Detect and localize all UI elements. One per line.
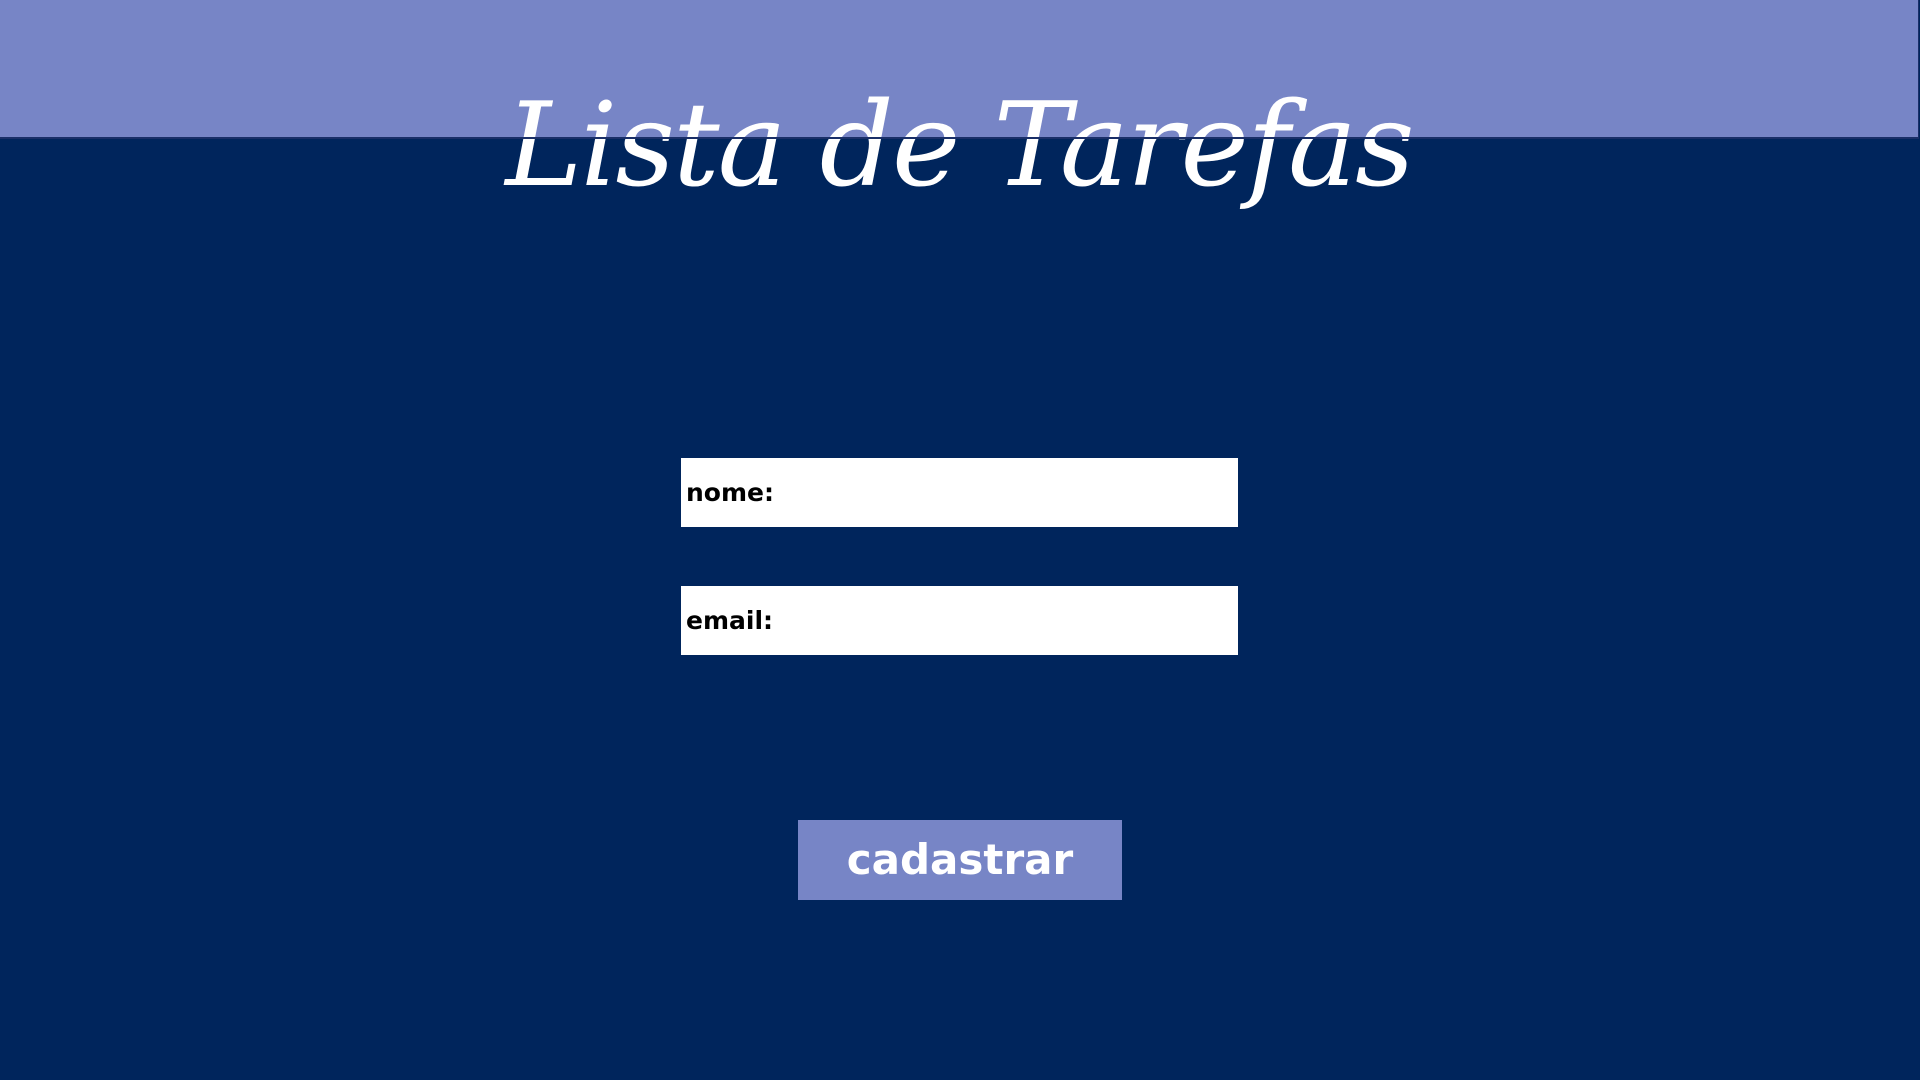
email-input[interactable]	[773, 586, 1238, 655]
app-header: Lista de Tarefas	[0, 0, 1919, 205]
name-field[interactable]: nome:	[681, 458, 1238, 527]
register-button[interactable]: cadastrar	[798, 820, 1122, 900]
name-label: nome:	[686, 477, 774, 507]
page-title: Lista de Tarefas	[505, 77, 1414, 213]
email-label: email:	[686, 605, 774, 635]
email-field[interactable]: email:	[681, 586, 1238, 655]
name-input[interactable]	[773, 458, 1238, 527]
